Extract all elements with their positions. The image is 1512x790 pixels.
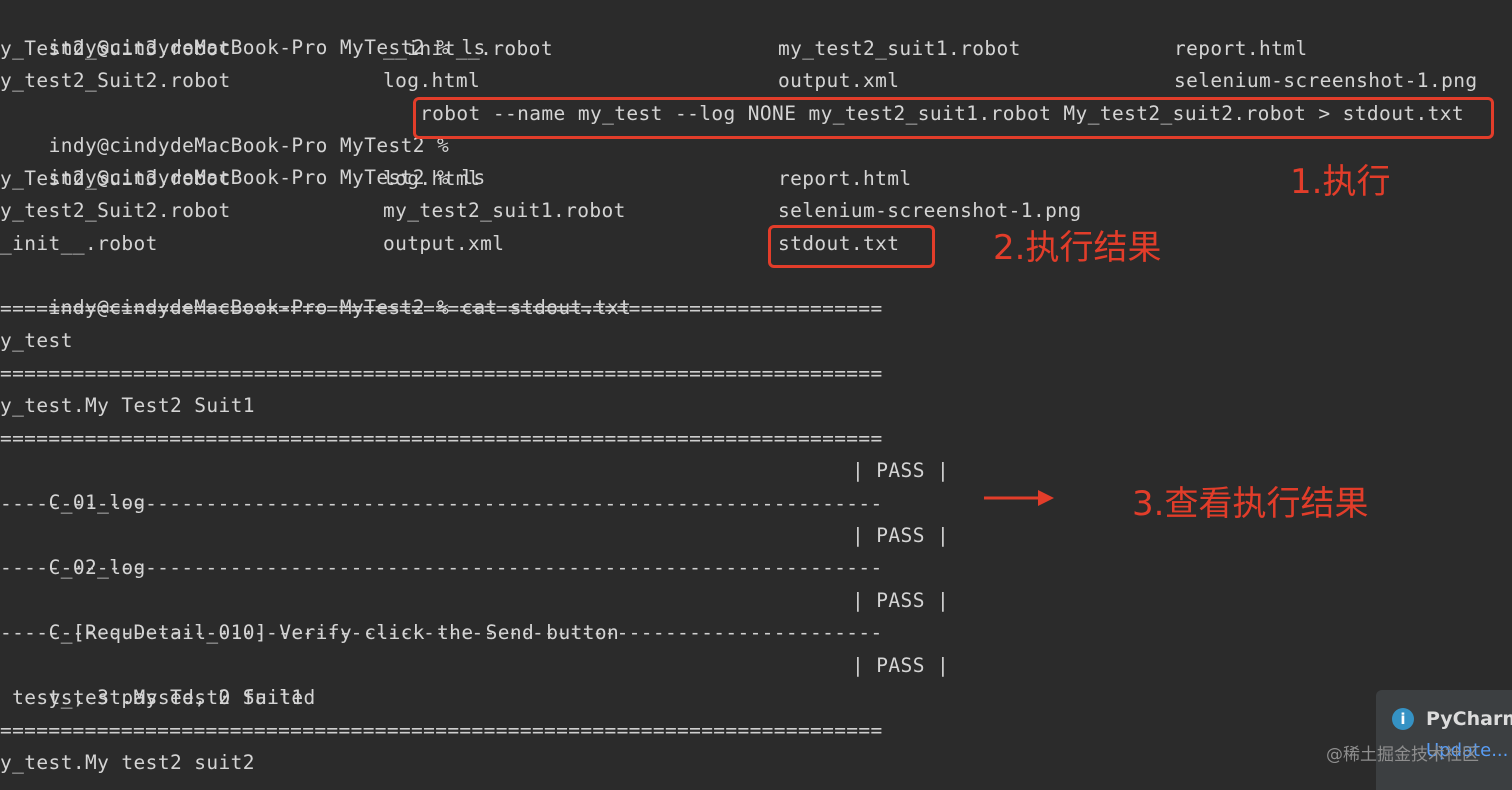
annotation-box-stdout	[768, 225, 935, 268]
terminal-line-robot: indy@cindydeMacBook-Pro MyTest2 % robot …	[0, 98, 1464, 157]
suite-name: y_test.My Test2 Suit1	[0, 394, 255, 417]
annotation-box-command	[413, 97, 1494, 139]
annotation-step1: 1.执行	[1290, 162, 1391, 202]
file-name: y_Test2_Suit3.robot	[0, 167, 231, 190]
terminal-line-cat: indy@cindydeMacBook-Pro MyTest2 % cat st…	[0, 260, 631, 319]
separator-equals: ========================================…	[0, 719, 883, 742]
file-name: output.xml	[383, 232, 505, 255]
test-result-row: C_[RequDetail_010] Verify click the Send…	[0, 585, 949, 644]
file-name: report.html	[1174, 37, 1308, 60]
file-name: y_Test2_Suit3.robot	[0, 37, 231, 60]
suite-result-row: y_test.My Test2 Suit1 | PASS |	[0, 650, 949, 709]
annotation-step3: 3.查看执行结果	[1132, 484, 1369, 524]
separator-equals: ========================================…	[0, 297, 883, 320]
ls-output-row: y_test2_Suit2.robot my_test2_suit1.robot…	[0, 195, 1081, 227]
test-result-row: C_02_log | PASS |	[0, 520, 949, 579]
suite-name-top: y_test	[0, 329, 73, 352]
ls-output-row: y_Test2_Suit3.robot log.html report.html	[0, 163, 911, 195]
separator-dashes: ----------------------------------------…	[0, 621, 883, 644]
file-name: __init__.robot	[383, 37, 553, 60]
file-name: y_test2_Suit2.robot	[0, 199, 231, 222]
file-name: y_test2_Suit2.robot	[0, 69, 231, 92]
terminal-line-ls-1: indy@cindydeMacBook-Pro MyTest2 % ls	[0, 0, 486, 59]
watermark: @稀土掘金技术社区	[1326, 745, 1479, 765]
suite-name: y_test.My test2 suit2	[0, 751, 255, 774]
annotation-step2: 2.执行结果	[993, 228, 1162, 268]
separator-equals: ========================================…	[0, 362, 883, 385]
file-name: selenium-screenshot-1.png	[1174, 69, 1478, 92]
separator-equals: ========================================…	[0, 427, 883, 450]
arrow-right-icon	[984, 490, 1054, 506]
separator-dashes: ----------------------------------------…	[0, 492, 883, 515]
file-name: report.html	[778, 167, 912, 190]
file-name: _init__.robot	[0, 232, 158, 255]
suite-summary: tests, 3 passed, 0 failed	[0, 686, 316, 709]
file-name: my_test2_suit1.robot	[778, 37, 1021, 60]
file-name: log.html	[383, 69, 481, 92]
test-status: | PASS |	[852, 589, 950, 612]
file-name: output.xml	[778, 69, 900, 92]
file-name: log.html	[383, 167, 481, 190]
info-icon: i	[1392, 708, 1414, 730]
suite-result-status: | PASS |	[852, 654, 950, 677]
test-status: | PASS |	[852, 524, 950, 547]
separator-dashes: ----------------------------------------…	[0, 556, 883, 579]
test-status: | PASS |	[852, 459, 950, 482]
ls-output-row: y_test2_Suit2.robot log.html output.xml …	[0, 65, 1477, 97]
test-result-row: C_01_log | PASS |	[0, 455, 949, 514]
file-name: my_test2_suit1.robot	[383, 199, 626, 222]
ls-output-row: y_Test2_Suit3.robot __init__.robot my_te…	[0, 33, 1307, 65]
notification-title: PyCharm	[1426, 708, 1512, 730]
ls-output-row: _init__.robot output.xml stdout.txt	[0, 228, 899, 260]
